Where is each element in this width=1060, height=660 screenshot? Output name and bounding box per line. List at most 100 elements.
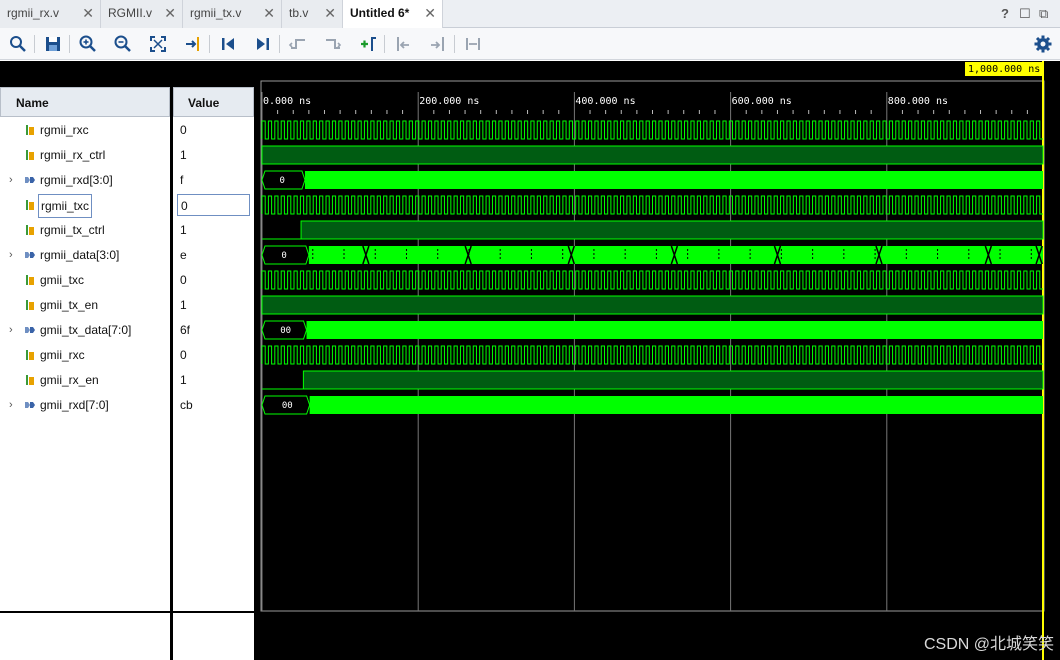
signal-value: 6f: [180, 323, 191, 337]
bus-active-segment: [306, 321, 1044, 339]
restore-icon[interactable]: ☐: [1019, 6, 1031, 22]
bus-signal-icon: [25, 252, 35, 258]
signal-row[interactable]: › rgmii_data[3:0]: [0, 244, 170, 266]
high-level-waveform: [261, 295, 1044, 315]
waveform-panel[interactable]: 0.000 ns 200.000 ns 400.000 ns 600.000 ns 80…: [258, 61, 1060, 660]
close-icon[interactable]: ✕: [164, 5, 176, 22]
previous-marker-icon[interactable]: [393, 34, 413, 54]
value-column-header[interactable]: Value: [173, 87, 254, 117]
settings-icon[interactable]: [1033, 34, 1053, 54]
high-level-waveform: [261, 145, 1044, 165]
signal-row[interactable]: rgmii_rx_ctrl: [0, 144, 170, 166]
signal-name: rgmii_rxc: [40, 123, 89, 137]
close-icon[interactable]: ✕: [82, 5, 94, 22]
high-level-waveform: [302, 370, 1044, 390]
signal-row[interactable]: rgmii_rxc: [0, 119, 170, 141]
signal-row[interactable]: › gmii_rxd[7:0]: [0, 394, 170, 416]
bus-active-segment: [304, 171, 1043, 189]
signal-value: 1: [180, 223, 187, 237]
bus-signal-icon: [25, 402, 35, 408]
signal-row[interactable]: gmii_txc: [0, 269, 170, 291]
wave-toolbar: [0, 28, 1060, 60]
signal-row[interactable]: rgmii_txc: [0, 194, 170, 218]
add-marker-icon[interactable]: [358, 34, 378, 54]
value-pane: 0 1 f 0 1 e 0 1 6f 0 1 cb: [173, 117, 254, 611]
save-icon[interactable]: [43, 34, 63, 54]
signal-name: gmii_txc: [40, 273, 85, 287]
go-to-start-icon[interactable]: [218, 34, 238, 54]
signal-icon: [26, 300, 34, 310]
time-tick-label: 600.000 ns: [732, 96, 792, 107]
bus-initial-value: 0: [279, 176, 284, 186]
signal-icon: [26, 125, 34, 135]
cursor-label: 1,000.000 ns: [968, 64, 1040, 75]
zoom-out-icon[interactable]: [113, 34, 133, 54]
tab-label: rgmii_rx.v: [7, 6, 60, 20]
tab-rgmii-rx[interactable]: rgmii_rx.v ✕: [0, 0, 101, 28]
signal-icon: [26, 200, 34, 210]
clock-waveform: [261, 195, 1043, 215]
signal-name: gmii_tx_en: [40, 298, 99, 312]
time-tick-label: 0.000 ns: [263, 96, 311, 107]
tab-label: tb.v: [289, 6, 309, 20]
go-to-cursor-icon[interactable]: [183, 34, 203, 54]
signal-row[interactable]: › rgmii_rxd[3:0]: [0, 169, 170, 191]
tab-rgmii[interactable]: RGMII.v ✕: [101, 0, 183, 28]
signal-value: 0: [180, 273, 187, 287]
watermark: CSDN @北城笑笑: [923, 636, 1054, 653]
waveform-canvas[interactable]: 0.000 ns 200.000 ns 400.000 ns 600.000 ns 80…: [258, 61, 1060, 660]
popout-icon[interactable]: ⧉: [1039, 6, 1048, 22]
signal-icon: [26, 275, 34, 285]
signal-icon: [26, 225, 34, 235]
signal-name: rgmii_data[3:0]: [40, 248, 120, 262]
clock-waveform: [261, 345, 1043, 365]
signal-row[interactable]: › gmii_tx_data[7:0]: [0, 319, 170, 341]
tab-rgmii-tx[interactable]: rgmii_tx.v ✕: [183, 0, 282, 28]
tab-tb[interactable]: tb.v ✕: [282, 0, 343, 28]
tab-label: Untitled 6*: [350, 6, 410, 20]
signal-icon: [26, 150, 34, 160]
signal-value: 1: [180, 298, 187, 312]
name-column-header[interactable]: Name: [0, 87, 170, 117]
signal-value: 0: [180, 348, 187, 362]
swap-cursors-icon[interactable]: [463, 34, 483, 54]
zoom-fit-icon[interactable]: [148, 34, 168, 54]
signal-row[interactable]: gmii_rx_en: [0, 369, 170, 391]
signal-icon: [26, 375, 34, 385]
signal-name: gmii_rxd[7:0]: [40, 398, 109, 412]
signal-name: rgmii_tx_ctrl: [40, 223, 105, 237]
go-to-end-icon[interactable]: [253, 34, 273, 54]
help-icon[interactable]: ?: [1001, 6, 1009, 21]
signal-name: gmii_rxc: [40, 348, 85, 362]
close-icon[interactable]: ✕: [424, 5, 436, 22]
tab-label: RGMII.v: [108, 6, 152, 20]
tab-untitled-6[interactable]: Untitled 6* ✕: [343, 0, 443, 29]
signal-value: f: [180, 173, 184, 187]
chevron-right-icon[interactable]: ›: [9, 319, 13, 341]
signal-row[interactable]: rgmii_tx_ctrl: [0, 219, 170, 241]
time-tick-label: 200.000 ns: [419, 96, 479, 107]
signal-value: 1: [180, 148, 187, 162]
bus-active-segment: [309, 396, 1043, 414]
signal-value: 0: [177, 194, 250, 216]
signal-value: cb: [180, 398, 193, 412]
close-icon[interactable]: ✕: [324, 5, 336, 22]
signal-value: 1: [180, 373, 187, 387]
signal-row[interactable]: gmii_rxc: [0, 344, 170, 366]
search-icon[interactable]: [8, 34, 28, 54]
chevron-right-icon[interactable]: ›: [9, 394, 13, 416]
chevron-right-icon[interactable]: ›: [9, 169, 13, 191]
next-transition-icon[interactable]: [323, 34, 343, 54]
close-icon[interactable]: ✕: [263, 5, 275, 22]
signal-row[interactable]: gmii_tx_en: [0, 294, 170, 316]
name-pane-footer: [0, 613, 170, 660]
chevron-right-icon[interactable]: ›: [9, 244, 13, 266]
time-tick-label: 800.000 ns: [888, 96, 948, 107]
time-tick-label: 400.000 ns: [575, 96, 635, 107]
signal-name: gmii_tx_data[7:0]: [40, 323, 132, 337]
signal-name: gmii_rx_en: [40, 373, 99, 387]
zoom-in-icon[interactable]: [78, 34, 98, 54]
previous-transition-icon[interactable]: [288, 34, 308, 54]
signal-name: rgmii_rxd[3:0]: [40, 173, 113, 187]
next-marker-icon[interactable]: [428, 34, 448, 54]
